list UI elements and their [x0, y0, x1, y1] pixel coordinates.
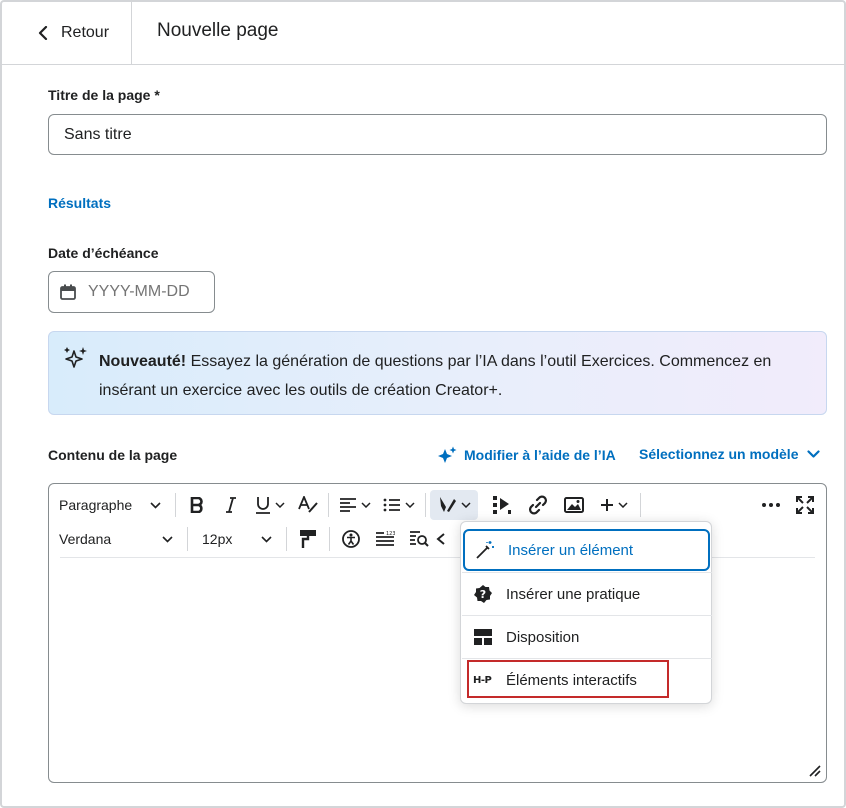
sparkles-icon: [64, 347, 87, 368]
ai-edit-label: Modifier à l’aide de l’IA: [464, 447, 616, 463]
layout-icon: [474, 629, 492, 645]
font-select[interactable]: Verdana: [49, 524, 183, 554]
chevron-down-icon: [405, 502, 415, 508]
paragraph-select[interactable]: Paragraphe: [49, 490, 171, 520]
link-button[interactable]: [520, 490, 556, 520]
paragraph-select-value: Paragraphe: [59, 497, 133, 513]
insert-stuff-button[interactable]: [430, 490, 478, 520]
banner-text: Nouveauté! Essayez la génération de ques…: [99, 347, 799, 405]
chevron-left-icon: [38, 26, 48, 40]
menu-item-layout[interactable]: Disposition: [463, 616, 711, 658]
bold-icon: [190, 497, 203, 513]
italic-button[interactable]: [214, 490, 248, 520]
code-icon: [436, 533, 445, 545]
accessibility-icon: [342, 530, 360, 548]
toolbar-separator: [425, 493, 426, 517]
due-date-label: Date d’échéance: [48, 245, 159, 261]
text-style-button[interactable]: [292, 490, 324, 520]
link-icon: [529, 495, 547, 515]
italic-icon: [226, 497, 236, 513]
sparkle-ai-icon: [438, 446, 457, 463]
back-button[interactable]: Retour: [2, 2, 132, 64]
media-button[interactable]: [484, 490, 520, 520]
toolbar-separator: [187, 527, 188, 551]
font-size-select[interactable]: 12px: [192, 524, 282, 554]
find-replace-button[interactable]: [402, 524, 436, 554]
chevron-down-icon: [618, 502, 628, 508]
title-label: Titre de la page *: [48, 87, 160, 103]
template-select-link[interactable]: Sélectionnez un modèle: [639, 446, 821, 462]
underline-icon: [256, 497, 270, 514]
align-button[interactable]: [333, 490, 377, 520]
toolbar-row-2: Verdana 12px 123: [49, 523, 466, 555]
chevron-down-icon: [361, 502, 371, 508]
more-insert-button[interactable]: [592, 490, 636, 520]
find-replace-icon: [410, 531, 429, 547]
toolbar-separator: [328, 493, 329, 517]
chevron-down-icon: [461, 502, 471, 508]
fullscreen-button[interactable]: [788, 490, 822, 520]
chevron-down-icon: [162, 535, 173, 543]
banner-message: Essayez la génération de questions par l…: [99, 353, 772, 399]
toolbar-separator: [286, 527, 287, 551]
ellipsis-icon: [762, 503, 780, 507]
text-style-icon: [298, 496, 318, 513]
toolbar-separator: [640, 493, 641, 517]
toolbar-separator: [175, 493, 176, 517]
bold-button[interactable]: [180, 490, 214, 520]
toolbar-row-1: Paragraphe: [49, 489, 826, 521]
toolbar-separator: [329, 527, 330, 551]
results-link[interactable]: Résultats: [48, 195, 111, 211]
accessibility-checker-button[interactable]: [334, 524, 368, 554]
template-label: Sélectionnez un modèle: [639, 446, 799, 462]
page-header: Retour Nouvelle page: [2, 2, 844, 65]
list-icon: [383, 498, 400, 512]
menu-item-label: Insérer un élément: [508, 541, 634, 559]
due-date-field[interactable]: [48, 271, 215, 313]
align-left-icon: [340, 498, 356, 512]
menu-item-label: Disposition: [506, 628, 580, 646]
chevron-down-icon: [261, 535, 272, 543]
annotation-highlight: [467, 660, 669, 698]
chevron-down-icon: [150, 501, 161, 509]
magic-wand-icon: [476, 541, 494, 559]
svg-text:123: 123: [386, 531, 395, 537]
news-banner: Nouveauté! Essayez la génération de ques…: [48, 331, 827, 415]
svg-text:?: ?: [480, 588, 486, 601]
resize-handle-icon[interactable]: [806, 762, 822, 778]
page-title: Nouvelle page: [157, 20, 279, 41]
menu-item-label: Insérer une pratique: [506, 585, 641, 603]
chevron-down-icon: [275, 502, 285, 508]
pen-ruler-icon: [440, 497, 456, 512]
expand-icon: [796, 496, 814, 514]
back-label: Retour: [61, 24, 110, 41]
font-select-value: Verdana: [59, 531, 112, 547]
underline-button[interactable]: [248, 490, 292, 520]
image-icon: [564, 497, 584, 513]
banner-bold: Nouveauté!: [99, 353, 187, 370]
word-count-button[interactable]: 123: [368, 524, 402, 554]
due-date-input[interactable]: [88, 283, 208, 301]
paint-roller-icon: [300, 530, 316, 548]
more-options-button[interactable]: [754, 490, 788, 520]
video-play-icon: [493, 496, 511, 514]
font-size-value: 12px: [202, 531, 233, 547]
content-label: Contenu de la page: [48, 447, 178, 463]
chevron-down-icon: [807, 449, 821, 458]
question-badge-icon: ?: [474, 585, 492, 603]
plus-icon: [601, 499, 613, 511]
menu-item-insert-element[interactable]: Insérer un élément: [463, 529, 710, 571]
title-input[interactable]: [48, 114, 827, 155]
calendar-icon: [60, 284, 76, 300]
word-count-icon: 123: [376, 531, 395, 546]
format-painter-button[interactable]: [291, 524, 325, 554]
list-button[interactable]: [377, 490, 421, 520]
menu-item-insert-practice[interactable]: ? Insérer une pratique: [463, 573, 711, 615]
image-button[interactable]: [556, 490, 592, 520]
ai-edit-link[interactable]: Modifier à l’aide de l’IA: [437, 446, 616, 464]
